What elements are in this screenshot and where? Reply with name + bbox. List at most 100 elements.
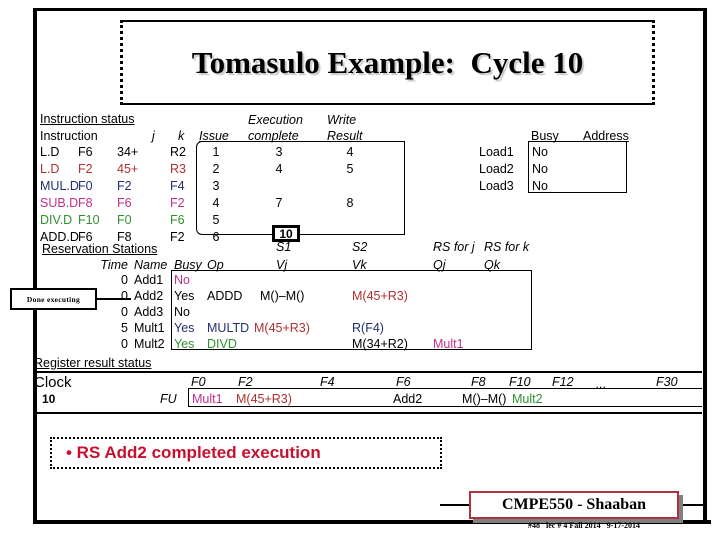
table-row-exec: 4 bbox=[275, 162, 283, 176]
header-instruction: Instruction bbox=[40, 129, 98, 143]
rs-row-busy: Yes bbox=[174, 289, 195, 303]
table-row-op: L.D bbox=[40, 162, 60, 176]
table-row-j: F2 bbox=[117, 179, 132, 193]
rs-row-name: Add3 bbox=[134, 305, 164, 319]
bullet-callout-box: • RS Add2 completed execution bbox=[50, 437, 442, 469]
rs-row-qj: Mult1 bbox=[433, 337, 464, 351]
register-value-f2: M(45+R3) bbox=[236, 392, 292, 406]
header-k: k bbox=[178, 129, 185, 143]
rs-row-busy: No bbox=[174, 273, 190, 287]
register-header-f12: F12 bbox=[552, 375, 574, 389]
list-item-load1-busy: No bbox=[532, 145, 548, 159]
register-header-f10: F10 bbox=[509, 375, 531, 389]
reservation-stations-heading: Reservation Stations bbox=[42, 242, 158, 256]
rs-row-busy: Yes bbox=[174, 337, 195, 351]
table-row-op: L.D bbox=[40, 145, 60, 159]
table-row-op: DIV.D bbox=[40, 213, 73, 227]
list-item-load3-name: Load3 bbox=[479, 179, 514, 193]
table-row-dest: F10 bbox=[78, 213, 100, 227]
table-row-j: F0 bbox=[117, 213, 132, 227]
rs-row-vk: R(F4) bbox=[352, 321, 384, 335]
table-row-dest: F8 bbox=[78, 196, 93, 210]
table-row-exec: 3 bbox=[275, 145, 283, 159]
header-write: Write bbox=[327, 113, 357, 127]
register-header-f4: F4 bbox=[320, 375, 335, 389]
rs-row-busy: Yes bbox=[174, 321, 195, 335]
table-row-write: 4 bbox=[346, 145, 354, 159]
register-header-f2: F2 bbox=[238, 375, 253, 389]
table-row-op: SUB.D bbox=[40, 196, 79, 210]
rs-row-name: Mult1 bbox=[134, 321, 165, 335]
list-item-load2-name: Load2 bbox=[479, 162, 514, 176]
header-s1: S1 bbox=[276, 240, 292, 254]
table-row-k: F6 bbox=[170, 213, 185, 227]
bullet-text: • RS Add2 completed execution bbox=[66, 443, 321, 462]
footer-rule-vertical bbox=[705, 468, 707, 506]
rs-row-vj: M()–M() bbox=[260, 289, 305, 303]
register-result-status-heading: Register result status bbox=[34, 356, 152, 370]
rs-row-vk: M(45+R3) bbox=[352, 289, 408, 303]
title-box: Tomasulo Example: Cycle 10 bbox=[120, 20, 655, 105]
page-title: Tomasulo Example: Cycle 10 bbox=[191, 44, 584, 80]
register-value-f6: Add2 bbox=[393, 392, 423, 406]
rs-row-vk: M(34+R2) bbox=[352, 337, 408, 351]
table-row-issue: 6 bbox=[212, 230, 220, 244]
rs-row-time: 0 bbox=[121, 273, 128, 287]
slide-canvas: Tomasulo Example: Cycle 10 Instruction s… bbox=[0, 0, 720, 540]
footer-subtext: #48 lec # 4 Fall 2014 9-17-2014 bbox=[528, 521, 640, 530]
rs-row-time: 5 bbox=[121, 321, 128, 335]
rs-row-op: MULTD bbox=[207, 321, 250, 335]
table-row-issue: 5 bbox=[212, 213, 220, 227]
rs-row-time: 0 bbox=[121, 337, 128, 351]
table-row-write: 5 bbox=[346, 162, 354, 176]
table-row-issue: 3 bbox=[212, 179, 220, 193]
fu-label: FU bbox=[160, 392, 177, 406]
table-row-j: 34+ bbox=[117, 145, 139, 159]
clock-value: 10 bbox=[42, 392, 56, 406]
list-item-load3-busy: No bbox=[532, 179, 548, 193]
table-row-dest: F2 bbox=[78, 162, 93, 176]
clock-label: Clock bbox=[34, 374, 72, 391]
table-row-k: F2 bbox=[170, 196, 185, 210]
register-header-f6: F6 bbox=[396, 375, 411, 389]
done-executing-callout: Done executing bbox=[10, 288, 97, 310]
table-row-k: R2 bbox=[170, 145, 186, 159]
table-row-issue: 1 bbox=[212, 145, 220, 159]
table-row-j: 45+ bbox=[117, 162, 139, 176]
header-name: Name bbox=[134, 258, 168, 272]
table-row-exec: 7 bbox=[275, 196, 283, 210]
header-rs-for-k: RS for k bbox=[484, 240, 530, 254]
register-value-f8: M()–M() bbox=[462, 392, 507, 406]
footer-course-box: CMPE550 - Shaaban bbox=[469, 491, 679, 519]
rs-row-busy: No bbox=[174, 305, 190, 319]
instruction-status-heading: Instruction status bbox=[40, 112, 135, 126]
register-status-rule-bottom bbox=[34, 412, 702, 414]
list-item-load1-name: Load1 bbox=[479, 145, 514, 159]
footer-rule-right bbox=[681, 504, 707, 506]
table-row-dest: F6 bbox=[78, 145, 93, 159]
table-row-issue: 4 bbox=[212, 196, 220, 210]
register-value-f0: Mult1 bbox=[192, 392, 223, 406]
header-j: j bbox=[152, 129, 155, 143]
table-row-dest: F0 bbox=[78, 179, 93, 193]
rs-row-name: Mult2 bbox=[134, 337, 165, 351]
header-time: Time bbox=[100, 258, 128, 272]
register-value-f10: Mult2 bbox=[512, 392, 543, 406]
table-row-k: F4 bbox=[170, 179, 185, 193]
table-row-write: 8 bbox=[346, 196, 354, 210]
table-row-op: MUL.D bbox=[40, 179, 79, 193]
register-status-rule-top bbox=[34, 371, 702, 373]
register-header-f30: F30 bbox=[656, 375, 678, 389]
rs-row-op: DIVD bbox=[207, 337, 237, 351]
header-rs-for-j: RS for j bbox=[433, 240, 475, 254]
rs-row-op: ADDD bbox=[207, 289, 243, 303]
rs-row-vj: M(45+R3) bbox=[254, 321, 310, 335]
register-header-f0: F0 bbox=[191, 375, 206, 389]
rs-row-name: Add1 bbox=[134, 273, 164, 287]
table-row-k: R3 bbox=[170, 162, 186, 176]
list-item-load2-busy: No bbox=[532, 162, 548, 176]
footer-course-label: CMPE550 - Shaaban bbox=[501, 496, 647, 513]
table-row-k: F2 bbox=[170, 230, 185, 244]
header-s2: S2 bbox=[352, 240, 368, 254]
table-row-issue: 2 bbox=[212, 162, 220, 176]
